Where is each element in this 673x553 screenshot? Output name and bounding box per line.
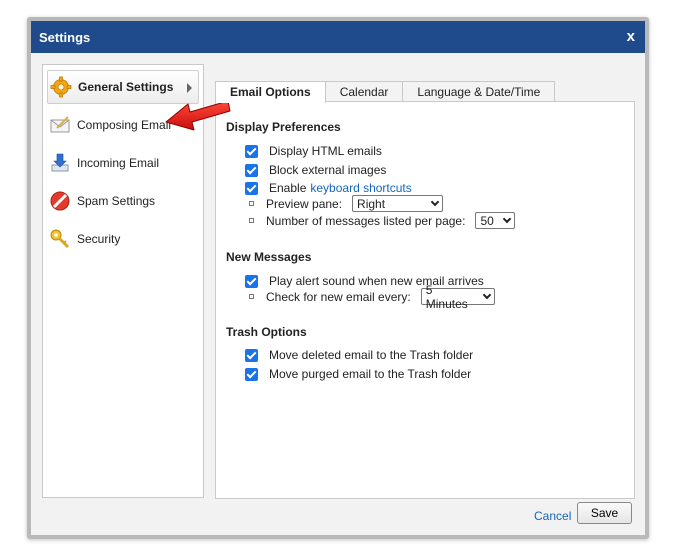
section-title-new-messages: New Messages (226, 250, 312, 264)
check-interval-select[interactable]: 5 Minutes (420, 283, 495, 311)
option-messages-per-page: Number of messages listed per page: 50 (249, 212, 516, 229)
preview-pane-label: Preview pane: (266, 196, 343, 211)
tab-language-date-time[interactable]: Language & Date/Time (402, 81, 556, 102)
option-block-images[interactable]: Block external images (245, 163, 386, 177)
envelope-icon (49, 114, 71, 136)
option-preview-pane: Preview pane: Right (249, 195, 444, 212)
no-entry-icon (49, 190, 71, 212)
dialog-title: Settings (39, 30, 91, 45)
sidebar-item-label: Composing Email (77, 118, 172, 132)
checkbox-checked-icon[interactable] (245, 163, 258, 177)
checkbox-checked-icon[interactable] (245, 367, 258, 381)
messages-per-page-select[interactable]: 50 (475, 212, 516, 229)
sidebar-item-label: Incoming Email (77, 156, 160, 170)
chevron-down-icon (482, 290, 491, 300)
dialog-body: General Settings Composing Email Incomin… (31, 53, 645, 535)
sidebar-item-spam-settings[interactable]: Spam Settings (47, 184, 199, 218)
close-icon[interactable]: x (627, 28, 635, 45)
key-icon (49, 228, 71, 250)
checkbox-checked-icon[interactable] (245, 144, 258, 158)
messages-per-page-label: Number of messages listed per page: (266, 213, 466, 228)
option-label: Display HTML emails (269, 144, 382, 158)
bullet-icon (249, 201, 254, 206)
check-interval-label: Check for new email every: (266, 289, 411, 304)
sidebar-item-incoming-email[interactable]: Incoming Email (47, 146, 199, 180)
sidebar-item-security[interactable]: Security (47, 222, 199, 256)
bullet-icon (249, 294, 254, 299)
preview-pane-value: Right (357, 196, 386, 211)
download-arrow-icon (49, 152, 71, 174)
sidebar-item-label: Security (77, 232, 121, 246)
chevron-down-icon (430, 197, 440, 207)
option-display-html[interactable]: Display HTML emails (245, 144, 382, 158)
sidebar-item-label: Spam Settings (77, 194, 156, 208)
option-check-interval: Check for new email every: 5 Minutes (249, 283, 495, 311)
option-label: Move deleted email to the Trash folder (269, 348, 474, 362)
tab-calendar[interactable]: Calendar (324, 81, 404, 102)
chevron-down-icon (503, 214, 512, 224)
option-label: Enable (269, 181, 307, 195)
keyboard-shortcuts-link[interactable]: keyboard shortcuts (310, 181, 411, 195)
title-bar: Settings x (31, 21, 645, 53)
save-button[interactable]: Save (577, 502, 632, 524)
option-move-deleted[interactable]: Move deleted email to the Trash folder (245, 348, 473, 362)
checkbox-checked-icon[interactable] (245, 181, 258, 195)
section-title-display-preferences: Display Preferences (226, 120, 341, 134)
preview-pane-select[interactable]: Right (352, 195, 444, 212)
option-move-purged[interactable]: Move purged email to the Trash folder (245, 367, 471, 381)
settings-dialog: Settings x General Settings Composing Em… (27, 17, 649, 539)
tab-email-options[interactable]: Email Options (215, 81, 326, 103)
option-label: Block external images (269, 163, 387, 177)
section-title-trash-options: Trash Options (226, 325, 307, 339)
gear-icon (50, 76, 72, 98)
checkbox-checked-icon[interactable] (245, 274, 258, 288)
settings-tabs: Email Options Calendar Language & Date/T… (215, 81, 556, 103)
option-keyboard-shortcuts[interactable]: Enable keyboard shortcuts (245, 181, 412, 195)
messages-per-page-value: 50 (480, 213, 494, 228)
option-label: Move purged email to the Trash folder (269, 367, 472, 381)
cancel-button[interactable]: Cancel (534, 509, 571, 523)
checkbox-checked-icon[interactable] (245, 348, 258, 362)
check-interval-value: 5 Minutes (425, 282, 468, 311)
bullet-icon (249, 218, 254, 223)
